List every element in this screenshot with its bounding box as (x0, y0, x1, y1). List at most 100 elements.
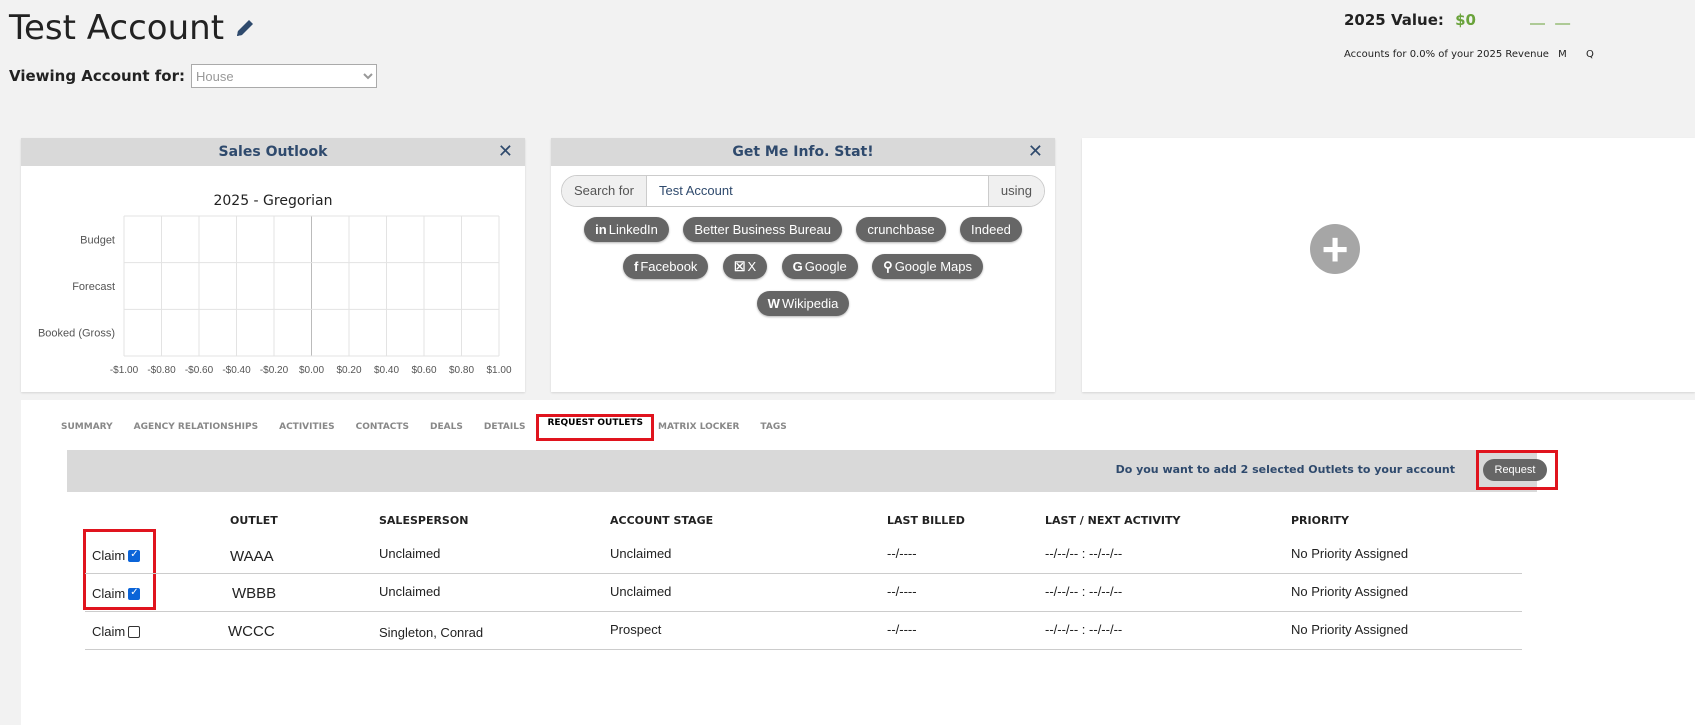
get-info-card: Get Me Info. Stat! ✕ Search for Test Acc… (551, 138, 1055, 392)
crunchbase-label: crunchbase (867, 222, 935, 237)
x-button[interactable]: ☒ X (722, 254, 768, 279)
outlet-cell: WAAA (230, 548, 274, 565)
x-label: X (747, 259, 757, 274)
add-widget-card: + (1082, 138, 1695, 392)
facebook-label: Facebook (640, 259, 698, 274)
request-prompt: Do you want to add 2 selected Outlets to… (1115, 463, 1455, 476)
request-highlight: Request (1476, 450, 1558, 490)
close-icon[interactable]: ✕ (1028, 138, 1043, 166)
google-maps-label: Google Maps (894, 259, 973, 274)
tab-agency-relationships[interactable]: AGENCY RELATIONSHIPS (134, 418, 258, 441)
chart-xtick-label: -$0.40 (222, 365, 251, 376)
request-bar: Do you want to add 2 selected Outlets to… (67, 450, 1558, 492)
claim-toggle[interactable]: Claim (92, 624, 141, 639)
chart-xtick-label: -$0.80 (147, 365, 176, 376)
google-maps-button[interactable]: ⚲ Google Maps (872, 254, 984, 279)
wikipedia-button[interactable]: W Wikipedia (756, 291, 850, 316)
tab-details[interactable]: DETAILS (484, 418, 526, 441)
priority-cell: No Priority Assigned (1291, 584, 1409, 599)
viewing-account-row: Viewing Account for: House (9, 64, 377, 88)
tab-activities[interactable]: ACTIVITIES (279, 418, 335, 441)
wikipedia-icon: W (767, 296, 780, 311)
salesperson-cell: Unclaimed (379, 546, 441, 561)
chart-xtick-label: $0.20 (336, 365, 361, 376)
indeed-button[interactable]: Indeed (960, 217, 1022, 242)
billed-cell: --/---- (887, 622, 917, 637)
indeed-label: Indeed (971, 222, 1011, 237)
value-label: 2025 Value: (1344, 11, 1444, 29)
salesperson-cell: Unclaimed (379, 584, 441, 599)
tab-contacts[interactable]: CONTACTS (356, 418, 409, 441)
add-widget-plus-icon[interactable]: + (1310, 224, 1360, 274)
tab-deals[interactable]: DEALS (430, 418, 463, 441)
facebook-icon: f (633, 259, 639, 274)
linkedin-label: LinkedIn (608, 222, 658, 237)
claim-checkbox[interactable] (128, 625, 141, 638)
account-tabs: SUMMARY AGENCY RELATIONSHIPS ACTIVITIES … (61, 414, 808, 441)
value-amount: $0 (1455, 11, 1476, 29)
chart-xtick-label: $0.40 (374, 365, 399, 376)
claim-checkbox[interactable] (128, 587, 141, 600)
search-input[interactable]: Test Account (646, 176, 988, 206)
header-outlet: OUTLET (230, 514, 278, 527)
pill-row-1: in LinkedIn Better Business Bureau crunch… (551, 217, 1055, 242)
search-for-label: Search for (562, 176, 647, 206)
tab-matrix-locker[interactable]: MATRIX LOCKER (658, 418, 739, 441)
chart-category-label: Budget (80, 234, 115, 246)
stage-cell: Unclaimed (610, 584, 672, 599)
viewing-label: Viewing Account for: (9, 67, 185, 85)
get-info-title: Get Me Info. Stat! (732, 144, 874, 160)
claim-checkbox[interactable] (128, 549, 141, 562)
header-account-stage: ACCOUNT STAGE (610, 514, 714, 527)
row-divider (85, 611, 1522, 612)
account-title: Test Account (9, 8, 225, 48)
chart-category-label: Forecast (72, 281, 115, 293)
chart-xtick-label: $0.60 (411, 365, 436, 376)
row-divider (85, 649, 1522, 650)
period-quarter-button[interactable]: Q (1586, 49, 1602, 60)
info-search-bar: Search for Test Account using (561, 175, 1045, 207)
activity-cell: --/--/-- : --/--/-- (1045, 584, 1123, 599)
google-icon: G (792, 259, 803, 274)
activity-cell: --/--/-- : --/--/-- (1045, 546, 1123, 561)
tab-summary[interactable]: SUMMARY (61, 418, 113, 441)
close-icon[interactable]: ✕ (498, 138, 513, 166)
claim-toggle[interactable]: Claim (92, 586, 141, 601)
claim-label: Claim (92, 624, 126, 639)
google-button[interactable]: G Google (781, 254, 858, 279)
bbb-button[interactable]: Better Business Bureau (683, 217, 842, 242)
page-title: Test Account (9, 8, 256, 48)
viewing-account-select[interactable]: House (190, 64, 377, 88)
claim-label: Claim (92, 548, 126, 563)
stage-cell: Prospect (610, 622, 662, 637)
revenue-note: Accounts for 0.0% of your 2025 Revenue (1344, 49, 1549, 60)
period-month-button[interactable]: M (1558, 49, 1575, 60)
pencil-icon[interactable] (234, 17, 256, 39)
linkedin-icon: in (595, 222, 607, 237)
claim-toggle[interactable]: Claim (92, 548, 141, 563)
priority-cell: No Priority Assigned (1291, 622, 1409, 637)
chart-xtick-label: $1.00 (486, 365, 511, 376)
pill-row-3: W Wikipedia (551, 291, 1055, 316)
linkedin-button[interactable]: in LinkedIn (584, 217, 669, 242)
tab-tags[interactable]: TAGS (760, 418, 786, 441)
header-last-next-activity: LAST / NEXT ACTIVITY (1045, 514, 1181, 527)
value-line: 2025 Value: $0 (1344, 11, 1695, 29)
stage-cell: Unclaimed (610, 546, 672, 561)
map-pin-icon: ⚲ (883, 259, 893, 274)
wikipedia-label: Wikipedia (781, 296, 839, 311)
facebook-button[interactable]: f Facebook (622, 254, 709, 279)
header-last-billed: LAST BILLED (887, 514, 965, 527)
chart-xtick-label: -$1.00 (110, 365, 139, 376)
account-detail-panel: SUMMARY AGENCY RELATIONSHIPS ACTIVITIES … (21, 400, 1695, 725)
billed-cell: --/---- (887, 584, 917, 599)
tab-request-outlets[interactable]: REQUEST OUTLETS (536, 414, 654, 441)
pill-row-2: f Facebook ☒ X G Google ⚲ Google Maps (551, 254, 1055, 279)
get-info-header: Get Me Info. Stat! ✕ (551, 138, 1055, 166)
crunchbase-button[interactable]: crunchbase (856, 217, 946, 242)
value-summary: 2025 Value: $0 — — Accounts for 0.0% of … (1344, 11, 1695, 60)
header-priority: PRIORITY (1291, 514, 1350, 527)
claim-label: Claim (92, 586, 126, 601)
request-button[interactable]: Request (1483, 459, 1547, 481)
bbb-label: Better Business Bureau (694, 222, 831, 237)
